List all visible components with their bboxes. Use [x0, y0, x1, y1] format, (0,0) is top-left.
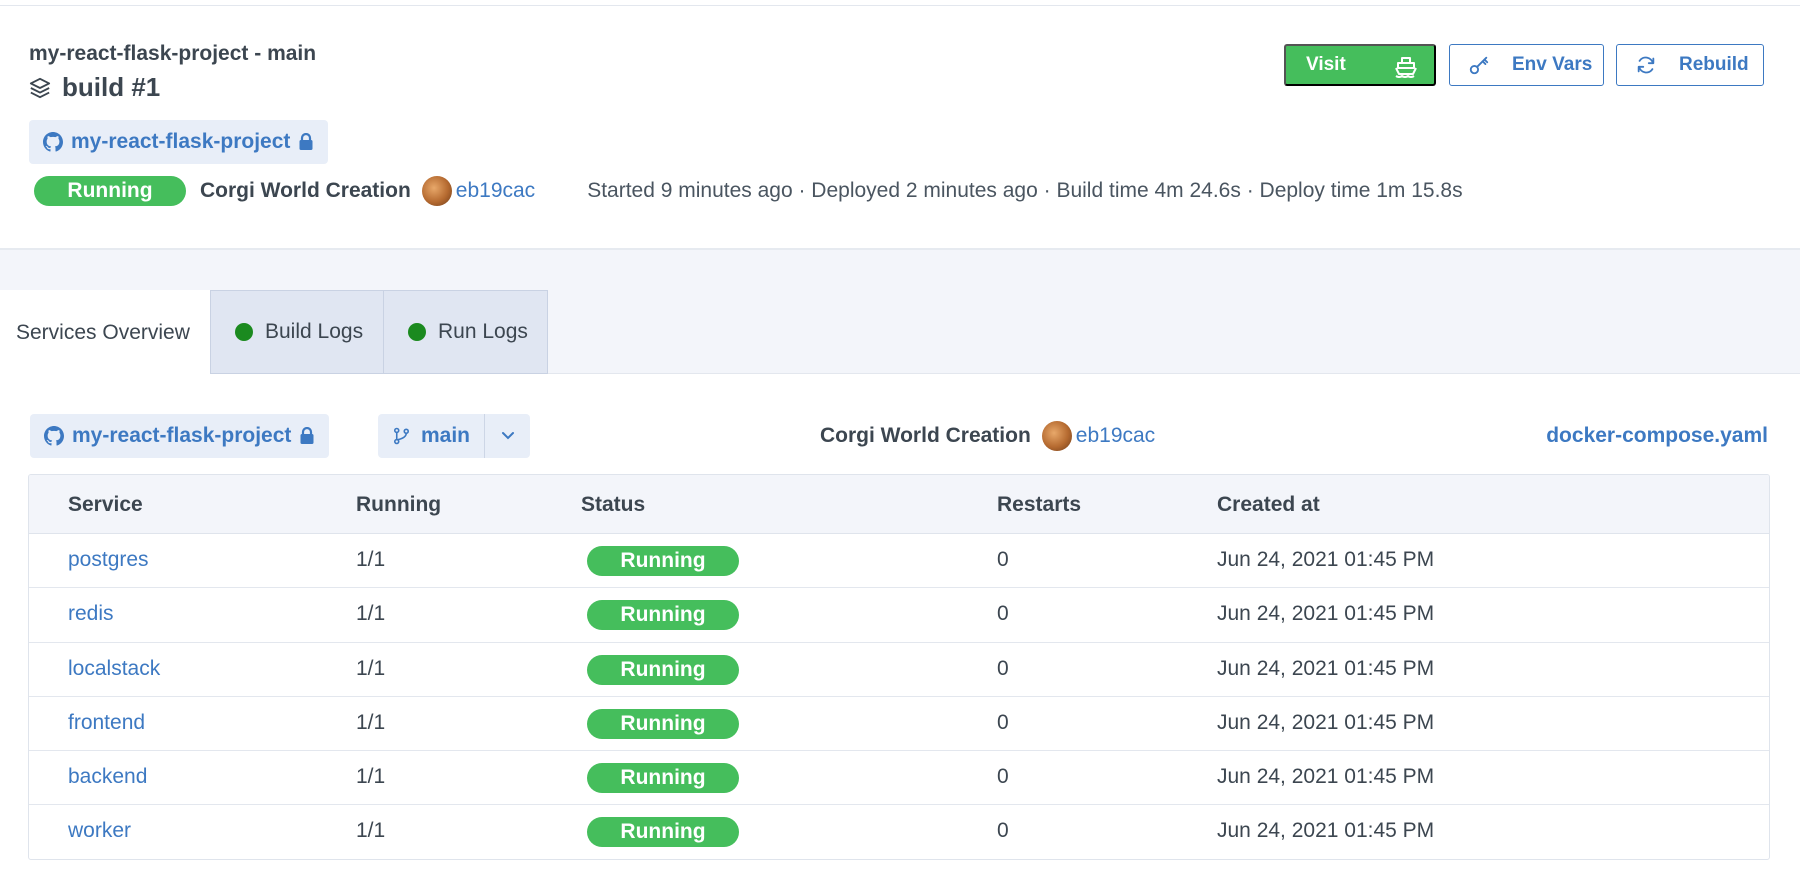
running-count: 1/1: [356, 710, 386, 734]
service-link[interactable]: frontend: [68, 711, 145, 735]
lock-icon: [300, 427, 314, 444]
status-badge: Running: [587, 763, 739, 794]
status-badge: Running: [587, 708, 739, 739]
created-at: Jun 24, 2021 01:45 PM: [1217, 602, 1435, 626]
env-vars-button[interactable]: Env Vars: [1449, 44, 1604, 86]
restarts-count: 0: [997, 602, 1009, 626]
created-at: Jun 24, 2021 01:45 PM: [1217, 656, 1435, 680]
running-count: 1/1: [356, 602, 386, 626]
status-badge: Running: [34, 176, 186, 206]
lock-icon: [299, 133, 313, 150]
service-status: Running: [587, 600, 739, 631]
tab-label: Build Logs: [265, 320, 364, 343]
branch-selector: main: [378, 414, 530, 458]
commit-hash-link[interactable]: eb19cac: [1076, 424, 1155, 448]
repo-name: my-react-flask-project: [71, 130, 291, 153]
service-link[interactable]: localstack: [68, 657, 160, 681]
created-at: Jun 24, 2021 01:45 PM: [1217, 819, 1435, 843]
avatar: [421, 176, 452, 206]
avatar: [1041, 421, 1072, 451]
ship-icon: [1395, 57, 1417, 78]
service-link[interactable]: backend: [68, 765, 147, 789]
branch-button[interactable]: main: [378, 414, 484, 458]
status-badge: Running: [587, 817, 739, 848]
status-badge: Running: [587, 654, 739, 685]
env-vars-label: Env Vars: [1512, 54, 1593, 75]
tab-services-overview[interactable]: Services Overview: [0, 290, 210, 375]
running-count: 1/1: [356, 548, 386, 571]
service-status: Running: [587, 546, 739, 576]
running-count: 1/1: [356, 819, 386, 843]
layers-icon: [29, 77, 51, 98]
status-badge: Running: [587, 600, 739, 631]
service-link[interactable]: redis: [68, 602, 114, 626]
github-icon: [43, 132, 63, 152]
status-badge: Running: [587, 546, 739, 576]
created-at: Jun 24, 2021 01:45 PM: [1217, 765, 1435, 789]
column-header-running[interactable]: Running: [356, 493, 441, 517]
repo-name: my-react-flask-project: [72, 424, 292, 447]
restarts-count: 0: [997, 656, 1009, 680]
table-row: redis 1/1 Running 0 Jun 24, 2021 01:45 P…: [29, 588, 1769, 643]
build-meta: Started 9 minutes ago · Deployed 2 minut…: [587, 179, 1463, 202]
tab-label: Run Logs: [438, 320, 528, 343]
table-header: Service Running Status Restarts Created …: [29, 475, 1769, 534]
service-link[interactable]: worker: [68, 819, 131, 843]
service-status: Running: [587, 817, 739, 848]
column-header-restarts[interactable]: Restarts: [997, 493, 1081, 517]
table-row: backend 1/1 Running 0 Jun 24, 2021 01:45…: [29, 751, 1769, 806]
key-icon: [1469, 56, 1489, 75]
table-row: localstack 1/1 Running 0 Jun 24, 2021 01…: [29, 643, 1769, 697]
column-header-created[interactable]: Created at: [1217, 493, 1320, 517]
running-count: 1/1: [356, 656, 386, 680]
service-link[interactable]: postgres: [68, 548, 149, 572]
overview-repo-link[interactable]: my-react-flask-project: [30, 414, 330, 458]
service-status: Running: [587, 708, 739, 739]
visit-label: Visit: [1306, 54, 1346, 75]
chevron-down-icon: [501, 432, 514, 440]
rebuild-label: Rebuild: [1679, 54, 1749, 75]
column-header-status[interactable]: Status: [581, 493, 645, 517]
restarts-count: 0: [997, 548, 1009, 571]
services-table: Service Running Status Restarts Created …: [28, 474, 1770, 860]
restarts-count: 0: [997, 710, 1009, 734]
tab-build-logs[interactable]: Build Logs: [210, 290, 384, 374]
build-status-row: Running Corgi World Creation eb19cac Sta…: [34, 176, 1463, 206]
github-icon: [44, 426, 64, 446]
status-dot-icon: [235, 323, 253, 341]
status-dot-icon: [408, 323, 426, 341]
visit-button[interactable]: Visit: [1284, 44, 1436, 86]
tab-run-logs[interactable]: Run Logs: [384, 290, 548, 374]
build-title: build #1: [62, 72, 161, 102]
service-status: Running: [587, 654, 739, 685]
refresh-icon: [1637, 56, 1655, 74]
running-count: 1/1: [356, 765, 386, 789]
commit-message: Corgi World Creation: [200, 179, 411, 202]
git-branch-icon: [393, 427, 410, 445]
restarts-count: 0: [997, 765, 1009, 789]
rebuild-button[interactable]: Rebuild: [1616, 44, 1764, 86]
build-title-row: build #1: [29, 72, 160, 103]
commit-hash-link[interactable]: eb19cac: [456, 179, 535, 203]
created-at: Jun 24, 2021 01:45 PM: [1217, 548, 1435, 571]
repo-link[interactable]: my-react-flask-project: [29, 120, 329, 164]
table-row: postgres 1/1 Running 0 Jun 24, 2021 01:4…: [29, 534, 1769, 589]
tab-label: Services Overview: [16, 320, 190, 344]
branch-name: main: [420, 424, 470, 447]
project-branch-title: my-react-flask-project - main: [29, 42, 317, 65]
table-row: frontend 1/1 Running 0 Jun 24, 2021 01:4…: [29, 697, 1769, 752]
overview-commit: Corgi World Creation eb19cac: [820, 421, 1155, 451]
service-status: Running: [587, 763, 739, 794]
column-header-service[interactable]: Service: [68, 493, 143, 517]
created-at: Jun 24, 2021 01:45 PM: [1217, 710, 1435, 734]
branch-dropdown-toggle[interactable]: [484, 414, 530, 458]
table-row: worker 1/1 Running 0 Jun 24, 2021 01:45 …: [29, 805, 1769, 859]
restarts-count: 0: [997, 819, 1009, 843]
compose-file-link[interactable]: docker-compose.yaml: [1546, 424, 1768, 448]
commit-message: Corgi World Creation: [820, 424, 1031, 447]
